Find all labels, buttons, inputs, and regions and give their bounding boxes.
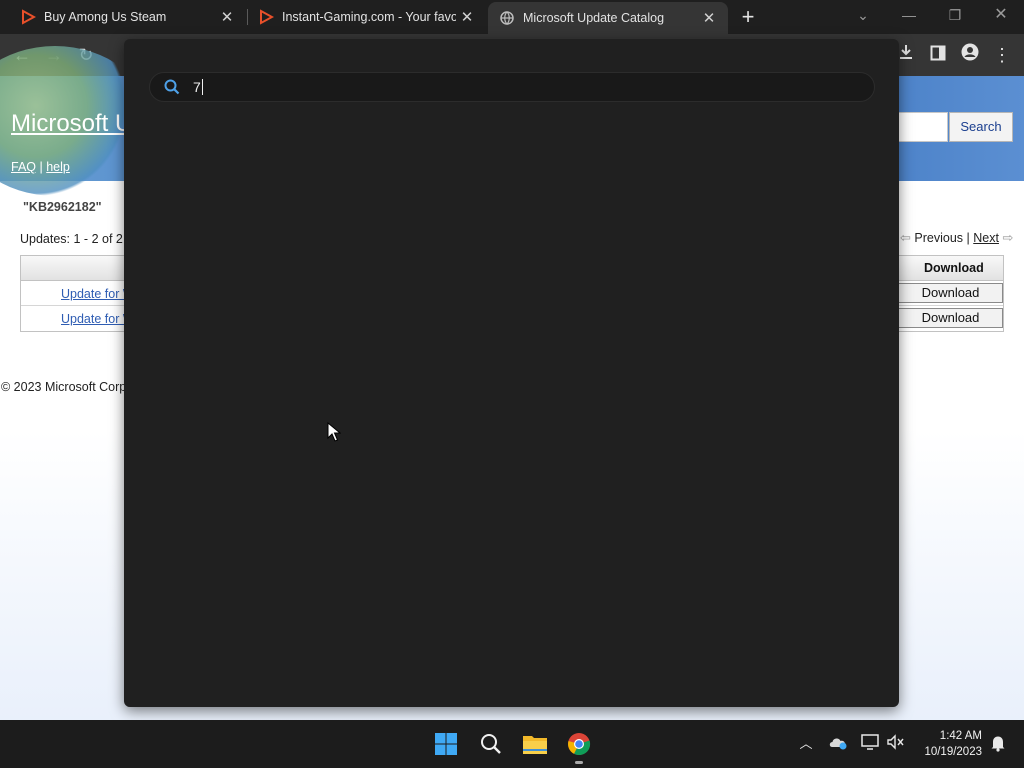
catalog-search-input[interactable] (896, 112, 948, 142)
minimize-icon[interactable]: — (886, 0, 932, 30)
close-tab-icon[interactable]: ✕ (216, 8, 238, 26)
tab-title: Instant-Gaming.com - Your favo (282, 10, 456, 24)
mouse-pointer-icon (327, 421, 342, 442)
side-panel-icon[interactable] (926, 43, 950, 67)
onedrive-icon[interactable] (828, 734, 848, 754)
windows-taskbar: ︿ 1:42 AM 10/19/2023 (0, 720, 1024, 768)
copyright-text: © 2023 Microsoft Corpo (1, 380, 134, 394)
download-column-header: Download (924, 261, 984, 275)
close-tab-icon[interactable]: ✕ (456, 8, 478, 26)
search-query-text: 7 (193, 79, 201, 95)
previous-label: Previous (914, 231, 964, 245)
overlay-search-input[interactable]: 7 (149, 72, 875, 102)
notification-bell-icon[interactable] (988, 734, 1008, 754)
search-icon (164, 79, 180, 95)
menu-kebab-icon[interactable]: ⋮ (990, 43, 1014, 67)
tab-instant-gaming[interactable]: Instant-Gaming.com - Your favo ✕ (238, 0, 486, 34)
clock-date: 10/19/2023 (924, 746, 982, 758)
pager-separator: | (966, 231, 970, 245)
tab-microsoft-update-catalog[interactable]: Microsoft Update Catalog ✕ (488, 2, 728, 34)
search-overlay-panel: 7 (124, 39, 899, 707)
search-button[interactable]: Search (949, 112, 1013, 142)
query-heading: "KB2962182" (23, 200, 102, 214)
close-tab-icon[interactable]: ✕ (698, 9, 720, 27)
banner-links: FAQ | help (11, 160, 70, 174)
clock-time: 1:42 AM (939, 730, 982, 742)
tab-search-chevron-icon[interactable]: ⌄ (840, 0, 886, 30)
help-link[interactable]: help (46, 160, 70, 174)
instant-gaming-favicon-icon (258, 9, 274, 25)
tab-title: Buy Among Us Steam (44, 10, 167, 24)
next-arrow-icon[interactable]: ⇨ (1002, 230, 1013, 245)
download-button[interactable]: Download (898, 283, 1003, 303)
chrome-icon[interactable] (565, 730, 593, 764)
previous-arrow-icon: ⇦ (900, 230, 911, 245)
browser-tab-strip: Buy Among Us Steam ✕ Instant-Gaming.com … (0, 0, 1024, 34)
tab-title: Microsoft Update Catalog (523, 11, 665, 25)
faq-link[interactable]: FAQ (11, 160, 36, 174)
network-display-icon[interactable] (860, 734, 880, 754)
file-explorer-icon[interactable] (521, 730, 549, 758)
tab-buy-among-us[interactable]: Buy Among Us Steam ✕ (0, 0, 246, 34)
new-tab-button[interactable]: + (736, 4, 760, 30)
show-hidden-icons-chevron-icon[interactable]: ︿ (796, 734, 816, 754)
restore-icon[interactable]: ❐ (932, 0, 978, 30)
volume-muted-icon[interactable] (886, 734, 906, 754)
download-button[interactable]: Download (898, 308, 1003, 328)
system-clock[interactable]: 1:42 AM 10/19/2023 (912, 728, 982, 760)
windows-start-icon[interactable] (432, 730, 460, 758)
profile-icon[interactable] (958, 43, 982, 67)
taskbar-search-icon[interactable] (477, 730, 505, 758)
close-window-icon[interactable]: ✕ (978, 0, 1024, 30)
site-title-link[interactable]: Microsoft U (11, 110, 132, 138)
updates-summary: Updates: 1 - 2 of 2 ( (20, 232, 131, 246)
link-separator: | (39, 160, 43, 174)
instant-gaming-favicon-icon (20, 9, 36, 25)
pagination: ⇦ Previous | Next ⇨ (900, 230, 1013, 246)
next-link[interactable]: Next (973, 231, 999, 245)
text-caret (201, 79, 203, 95)
globe-icon (499, 10, 515, 26)
